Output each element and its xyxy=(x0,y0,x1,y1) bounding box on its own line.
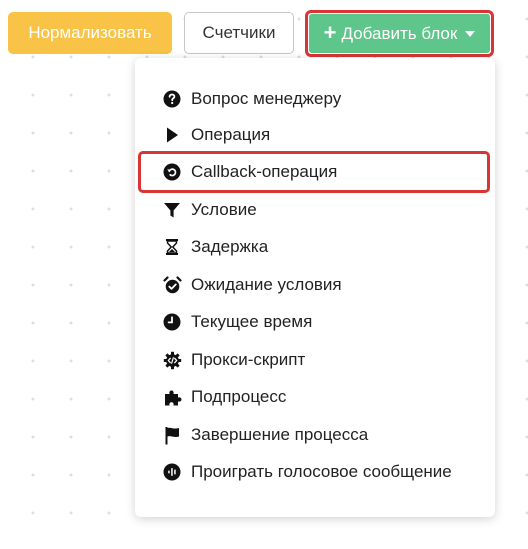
callback-icon xyxy=(162,162,182,182)
add-block-button[interactable]: + Добавить блок xyxy=(309,14,490,53)
counters-button-label: Счетчики xyxy=(202,23,276,42)
menu-item-wait-condition[interactable]: Ожидание условия xyxy=(135,267,495,303)
menu-item-label: Ожидание условия xyxy=(191,275,342,294)
menu-item-delay[interactable]: Задержка xyxy=(135,229,495,265)
menu-item-label: Вопрос менеджеру xyxy=(191,89,342,108)
menu-item-label: Прокси-скрипт xyxy=(191,350,306,369)
menu-item-process-end[interactable]: Завершение процесса xyxy=(135,417,495,453)
normalize-button-label: Нормализовать xyxy=(28,23,152,42)
caret-down-icon xyxy=(465,30,476,37)
menu-item-label: Текущее время xyxy=(191,312,313,331)
menu-item-subprocess[interactable]: Подпроцесс xyxy=(135,379,495,415)
menu-item-label: Завершение процесса xyxy=(191,425,369,444)
menu-item-play-voice-message[interactable]: Проиграть голосовое сообщение xyxy=(135,454,495,490)
normalize-button[interactable]: Нормализовать xyxy=(8,12,172,54)
hourglass-icon xyxy=(162,237,182,257)
alarm-clock-icon xyxy=(162,275,182,295)
menu-item-label: Условие xyxy=(191,200,257,219)
menu-item-current-time[interactable]: Текущее время xyxy=(135,304,495,340)
add-block-button-label: Добавить блок xyxy=(341,23,458,43)
counters-button[interactable]: Счетчики xyxy=(184,12,294,54)
code-gear-icon xyxy=(162,350,182,370)
question-circle-icon xyxy=(162,89,182,109)
puzzle-icon xyxy=(162,387,182,407)
menu-item-operation[interactable]: Операция xyxy=(135,117,495,153)
menu-item-label: Задержка xyxy=(191,237,269,256)
menu-item-label: Подпроцесс xyxy=(191,387,287,406)
menu-item-manager-question[interactable]: Вопрос менеджеру xyxy=(135,81,495,117)
menu-item-label: Проиграть голосовое сообщение xyxy=(191,462,452,481)
flag-icon xyxy=(162,425,182,445)
plus-icon: + xyxy=(323,19,337,45)
menu-item-label: Callback-операция xyxy=(191,162,338,181)
menu-item-callback-operation[interactable]: Callback-операция xyxy=(135,154,495,190)
menu-item-proxy-script[interactable]: Прокси-скрипт xyxy=(135,342,495,378)
clock-icon xyxy=(162,312,182,332)
menu-item-condition[interactable]: Условие xyxy=(135,192,495,228)
menu-item-label: Операция xyxy=(191,125,271,144)
play-icon xyxy=(162,125,182,145)
filter-icon xyxy=(162,200,182,220)
add-block-dropdown-menu: Вопрос менеджеру Операция Callback-опера… xyxy=(135,58,495,517)
voice-message-icon xyxy=(162,462,182,482)
